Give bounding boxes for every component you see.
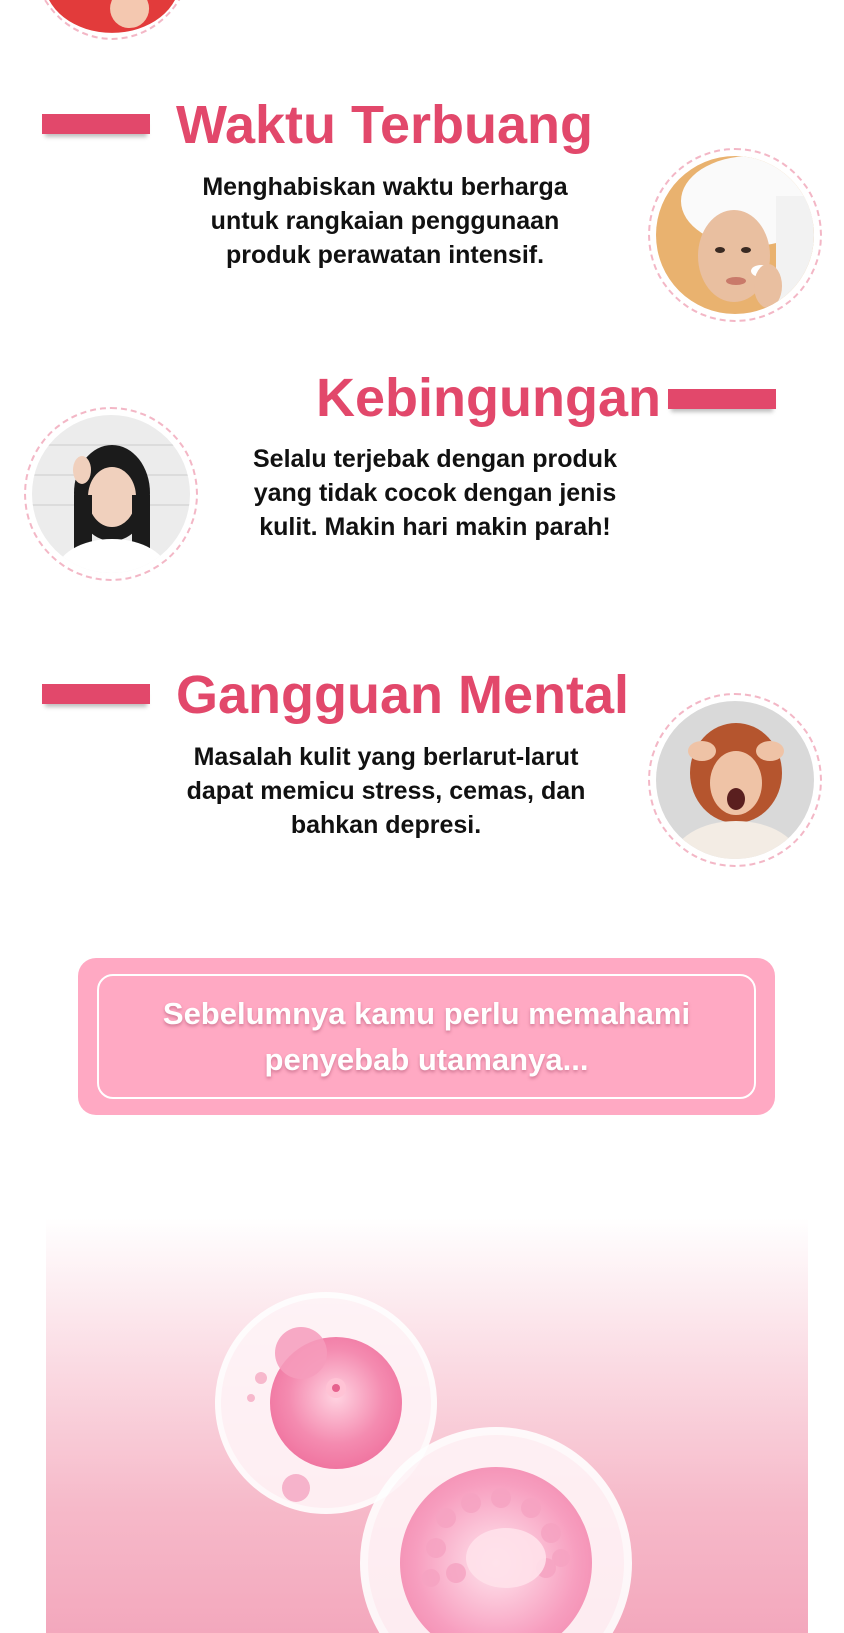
section-2-accent-bar: [668, 389, 776, 409]
top-cropped-photo: [30, 0, 194, 40]
section-1-description: Menghabiskan waktu berharga untuk rangka…: [202, 173, 568, 269]
hero-cells-image: [46, 1218, 808, 1633]
section-2-description: Selalu terjebak dengan produk yang tidak…: [253, 445, 617, 541]
section-2-photo: [24, 407, 198, 581]
section-3-heading: Gangguan Mental: [176, 665, 630, 725]
section-1-heading: Waktu Terbuang: [176, 95, 593, 155]
callout-banner: Sebelumnya kamu perlu memahami penyebab …: [78, 958, 775, 1115]
callout-frame: Sebelumnya kamu perlu memahami penyebab …: [97, 974, 756, 1099]
section-3-description: Masalah kulit yang berlarut-larut dapat …: [186, 743, 586, 839]
callout-text: Sebelumnya kamu perlu memahami penyebab …: [162, 995, 691, 1077]
section-3-accent-bar: [42, 684, 150, 704]
section-1-photo: [648, 148, 822, 322]
section-1-accent-bar: [42, 114, 150, 134]
section-2-heading: Kebingungan: [316, 368, 661, 428]
section-3-photo: [648, 693, 822, 867]
